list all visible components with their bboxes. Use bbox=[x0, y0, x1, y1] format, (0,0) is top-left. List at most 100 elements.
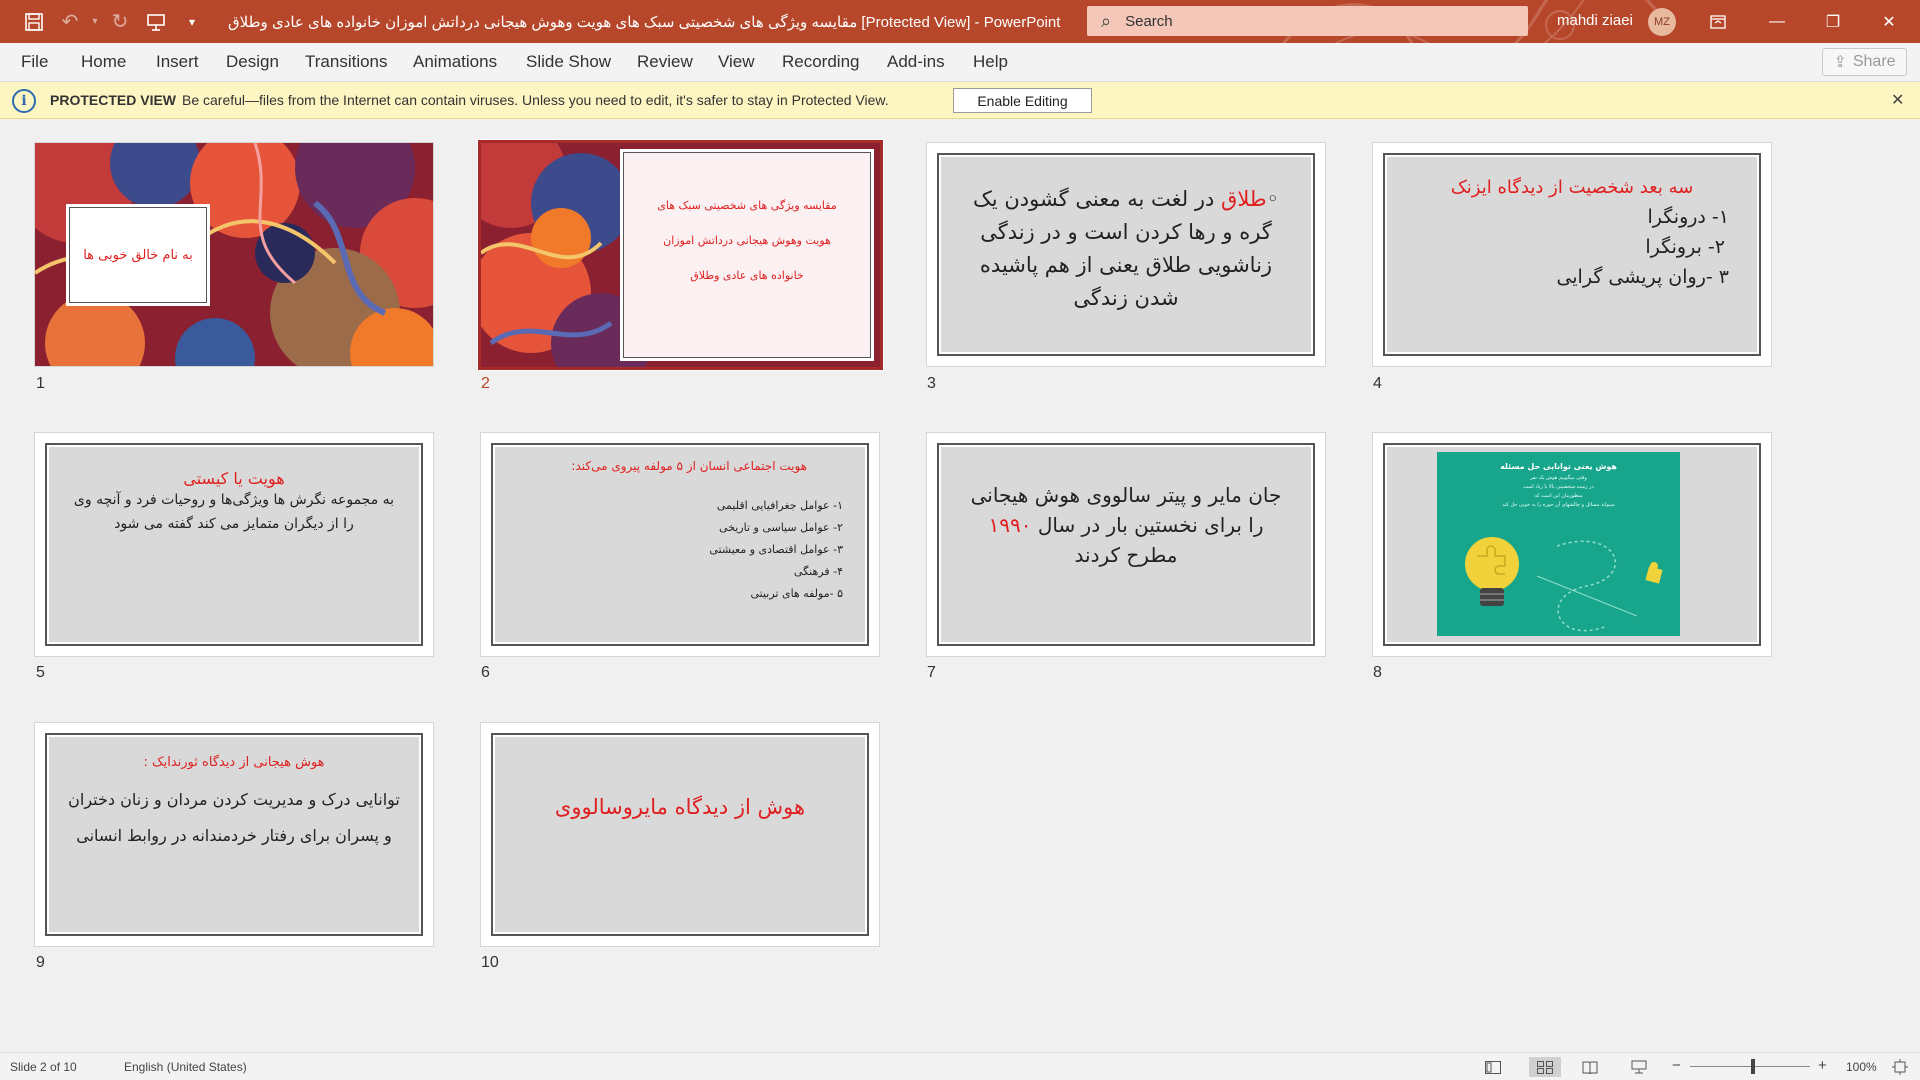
slide6-item-3: ۳- عوامل اقتصادی و معیشتی bbox=[709, 543, 843, 556]
slide8-image-line-3: منظورمان این است که bbox=[1534, 493, 1583, 499]
slide-thumbnail-4[interactable]: سه بعد شخصیت از دیدگاه ایزنک ۱- درونگرا … bbox=[1372, 142, 1772, 367]
slide7-content: جان مایر و پیتر سالووی هوش هیجانی را برا… bbox=[937, 443, 1315, 646]
avatar[interactable]: MZ bbox=[1648, 8, 1676, 36]
normal-view-icon[interactable] bbox=[1481, 1057, 1505, 1077]
tab-add-ins[interactable]: Add-ins bbox=[887, 52, 945, 72]
fit-to-window-icon[interactable] bbox=[1888, 1057, 1912, 1077]
slide7-line-3: مطرح کردند bbox=[1074, 543, 1178, 567]
slide7-line-2: را برای نخستین بار در سال ۱۹۹۰ bbox=[939, 513, 1313, 537]
tab-animations[interactable]: Animations bbox=[413, 52, 497, 72]
slide1-title: به نام خالق خوبی ها bbox=[83, 247, 193, 263]
tab-slide-show[interactable]: Slide Show bbox=[526, 52, 611, 72]
protected-view-bar: i PROTECTED VIEW Be careful—files from t… bbox=[0, 82, 1920, 119]
slide-thumbnail-2[interactable]: مقایسه ویژگی های شخصیتی سبک های هویت وهو… bbox=[477, 139, 884, 371]
slide6-item-1: ۱- عوامل جغرافیایی اقلیمی bbox=[716, 499, 843, 512]
language-indicator[interactable]: English (United States) bbox=[124, 1060, 247, 1074]
restore-icon[interactable]: ❐ bbox=[1810, 0, 1856, 43]
slide-number-3: 3 bbox=[927, 375, 936, 392]
slide-thumbnail-7[interactable]: جان مایر و پیتر سالووی هوش هیجانی را برا… bbox=[926, 432, 1326, 657]
slide-sorter-icon[interactable] bbox=[1529, 1057, 1561, 1077]
tab-file[interactable]: File bbox=[21, 52, 48, 72]
slide-show-icon[interactable] bbox=[1627, 1057, 1651, 1077]
slide3-content: ◦طلاق در لغت به معنی گشودن یک گره و رها … bbox=[937, 153, 1315, 356]
share-button[interactable]: ⇪ Share bbox=[1822, 48, 1907, 76]
slide-thumbnail-9[interactable]: هوش هیجانی از دیدگاه ثورندایک : توانایی … bbox=[34, 722, 434, 947]
zoom-level[interactable]: 100% bbox=[1846, 1060, 1877, 1074]
slide9-title: هوش هیجانی از دیدگاه ثورندایک : bbox=[143, 755, 325, 770]
lightbulb-puzzle-icon bbox=[1465, 537, 1663, 632]
save-icon[interactable] bbox=[16, 0, 52, 43]
search-icon: ⌕ bbox=[1101, 10, 1112, 31]
slide6-item-2: ۲- عوامل سیاسی و تاریخی bbox=[718, 521, 843, 534]
slide-number-7: 7 bbox=[927, 664, 936, 681]
slide4-item-3: ۳ -روان پریشی گرایی bbox=[1556, 266, 1729, 288]
slide9-body: توانایی درک و مدیریت کردن مردان و زنان د… bbox=[68, 790, 400, 845]
minimize-icon[interactable]: — bbox=[1754, 0, 1800, 43]
slide-number-2: 2 bbox=[481, 375, 490, 392]
enable-editing-button[interactable]: Enable Editing bbox=[953, 88, 1092, 113]
slide9-content: هوش هیجانی از دیدگاه ثورندایک : توانایی … bbox=[45, 733, 423, 936]
slide-indicator[interactable]: Slide 2 of 10 bbox=[10, 1060, 77, 1074]
slide8-image: هوش یعنی توانایی حل مسئله وقتی میگوییم ه… bbox=[1437, 452, 1680, 636]
search-box[interactable]: ⌕ Search bbox=[1087, 6, 1528, 36]
slide-sorter: به نام خالق خوبی ها 1 مقایسه ویژگی های ش… bbox=[0, 119, 1920, 1052]
slide-thumbnail-3[interactable]: ◦طلاق در لغت به معنی گشودن یک گره و رها … bbox=[926, 142, 1326, 367]
slide2-line-3: خانواده های عادی وطلاق bbox=[690, 269, 804, 282]
slide7-line-1: جان مایر و پیتر سالووی هوش هیجانی bbox=[970, 483, 1282, 507]
slide4-item-1: ۱- درونگرا bbox=[1647, 206, 1729, 228]
slide8-image-line-4: میتواند مسائل و چالشهای آن حوزه را به خو… bbox=[1502, 502, 1615, 508]
slide8-image-line-1: وقتی میگوییم هوش یک نفر bbox=[1530, 475, 1587, 481]
slide4-title: سه بعد شخصیت از دیدگاه ایزنک bbox=[1450, 177, 1694, 198]
zoom-slider-track[interactable] bbox=[1690, 1066, 1810, 1067]
share-label: Share bbox=[1852, 53, 1896, 70]
status-bar: Slide 2 of 10 English (United States) − … bbox=[0, 1052, 1920, 1080]
slide-thumbnail-5[interactable]: هویت یا کیستی به مجموعه نگرش ها ویژگی‌ها… bbox=[34, 432, 434, 657]
protected-view-message: Be careful—files from the Internet can c… bbox=[182, 92, 889, 108]
slide5-title: هویت یا کیستی bbox=[183, 469, 285, 488]
slide-number-9: 9 bbox=[36, 954, 45, 971]
tab-help[interactable]: Help bbox=[973, 52, 1008, 72]
slide-thumbnail-6[interactable]: هویت اجتماعی انسان از ۵ مولفه پیروی می‌ک… bbox=[480, 432, 880, 657]
protected-view-title: PROTECTED VIEW bbox=[50, 92, 177, 108]
slide6-item-5: ۵ -مولفه های تربیتی bbox=[750, 587, 843, 600]
slide-thumbnail-10[interactable]: هوش از دیدگاه مایروسالووی bbox=[480, 722, 880, 947]
zoom-out-icon[interactable]: − bbox=[1672, 1057, 1681, 1074]
slide7-line-2a: را برای نخستین بار در سال bbox=[1037, 513, 1264, 537]
tab-insert[interactable]: Insert bbox=[156, 52, 199, 72]
zoom-slider-thumb[interactable] bbox=[1751, 1059, 1755, 1074]
user-name[interactable]: mahdi ziaei bbox=[1557, 12, 1633, 29]
bullet-icon: ◦ bbox=[1266, 187, 1279, 211]
redo-icon[interactable]: ↻ bbox=[102, 0, 138, 43]
slide10-title: هوش از دیدگاه مایروسالووی bbox=[554, 795, 806, 819]
customize-toolbar-icon[interactable]: ▾ bbox=[174, 0, 210, 43]
slide4-content: سه بعد شخصیت از دیدگاه ایزنک ۱- درونگرا … bbox=[1383, 153, 1761, 356]
tab-review[interactable]: Review bbox=[637, 52, 693, 72]
slide8-image-line-2: در زمینه شخصیتی بالا یا زیاد است bbox=[1523, 484, 1594, 490]
slide-number-4: 4 bbox=[1373, 375, 1382, 392]
close-icon[interactable]: ✕ bbox=[1866, 0, 1912, 43]
tab-home[interactable]: Home bbox=[81, 52, 126, 72]
slide8-content: هوش یعنی توانایی حل مسئله وقتی میگوییم ه… bbox=[1383, 443, 1761, 646]
tab-design[interactable]: Design bbox=[226, 52, 279, 72]
slide-number-5: 5 bbox=[36, 664, 45, 681]
slide2-line-2: هویت وهوش هیجانی درداتش اموزان bbox=[663, 234, 831, 247]
window-title: مقایسه ویژگی های شخصیتی سبک های هویت وهو… bbox=[228, 13, 1061, 31]
close-icon[interactable]: ✕ bbox=[1891, 90, 1904, 110]
slide10-content: هوش از دیدگاه مایروسالووی bbox=[491, 733, 869, 936]
slide5-body: به مجموعه نگرش ها ویژگی‌ها و روحیات فرد … bbox=[73, 492, 395, 532]
slide-thumbnail-8[interactable]: هوش یعنی توانایی حل مسئله وقتی میگوییم ه… bbox=[1372, 432, 1772, 657]
slide-number-6: 6 bbox=[481, 664, 490, 681]
tab-recording[interactable]: Recording bbox=[782, 52, 860, 72]
tab-transitions[interactable]: Transitions bbox=[305, 52, 388, 72]
slide2-line-1: مقایسه ویژگی های شخصیتی سبک های bbox=[657, 199, 837, 212]
slide-thumbnail-1[interactable]: به نام خالق خوبی ها bbox=[34, 142, 434, 367]
zoom-in-icon[interactable]: + bbox=[1818, 1057, 1827, 1074]
ribbon-display-options-icon[interactable] bbox=[1695, 0, 1741, 43]
tab-view[interactable]: View bbox=[718, 52, 755, 72]
reading-view-icon[interactable] bbox=[1578, 1057, 1602, 1077]
slide-number-8: 8 bbox=[1373, 664, 1382, 681]
ribbon-tabs: File Home Insert Design Transitions Anim… bbox=[0, 43, 1920, 82]
present-from-start-icon[interactable] bbox=[138, 0, 174, 43]
undo-dropdown-icon[interactable]: ▾ bbox=[88, 0, 102, 43]
undo-icon[interactable]: ↶ bbox=[52, 0, 88, 43]
